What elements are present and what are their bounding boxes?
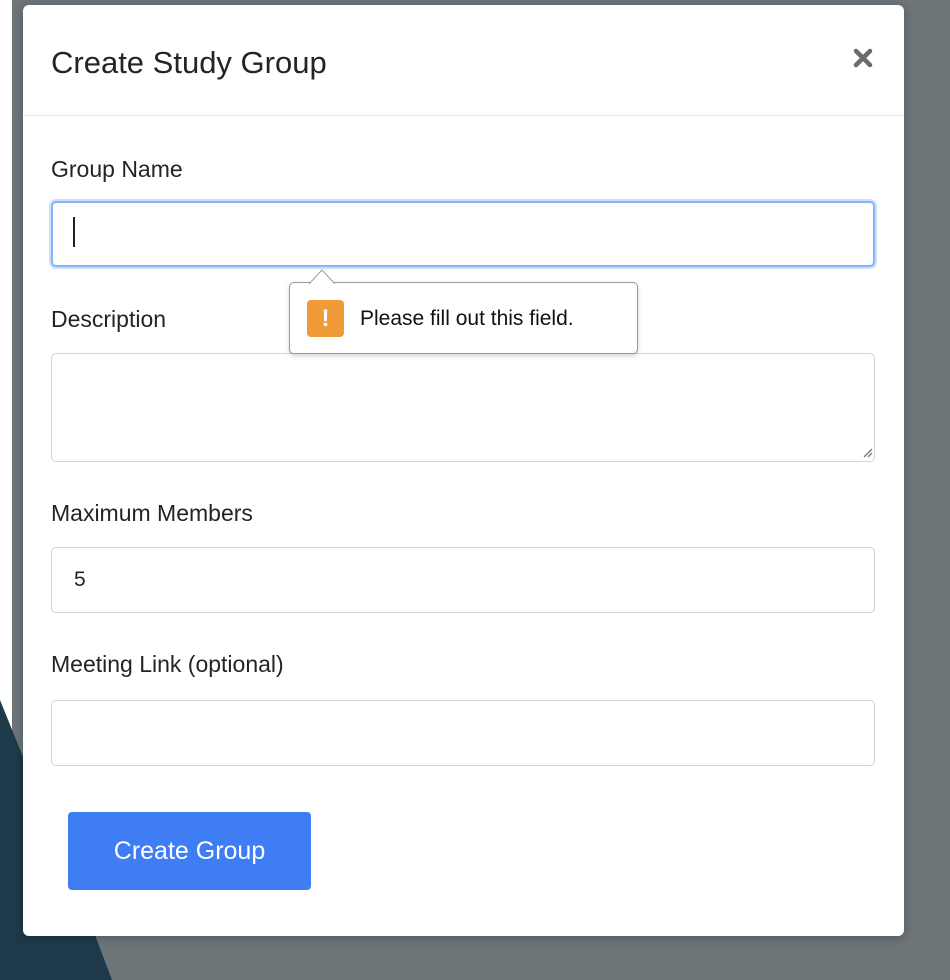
modal-title: Create Study Group (51, 45, 327, 80)
close-icon (853, 48, 873, 68)
modal-header: Create Study Group (23, 5, 904, 116)
description-textarea[interactable] (51, 353, 875, 462)
maximum-members-input[interactable] (51, 547, 875, 613)
text-caret (73, 217, 75, 247)
group-name-label: Group Name (51, 156, 183, 182)
resize-grip-icon[interactable] (861, 446, 873, 458)
validation-message: Please fill out this field. (360, 307, 574, 330)
description-label: Description (51, 306, 167, 332)
create-study-group-modal: Create Study Group Group Name Descriptio… (23, 5, 904, 936)
maximum-members-label: Maximum Members (51, 500, 253, 526)
validation-tooltip: ! Please fill out this field. (289, 269, 638, 354)
close-button[interactable] (848, 43, 878, 73)
tooltip-arrow (309, 269, 335, 284)
meeting-link-label: Meeting Link (optional) (51, 651, 284, 677)
create-group-button[interactable]: Create Group (68, 812, 311, 890)
warning-icon: ! (307, 300, 344, 337)
group-name-input[interactable] (51, 201, 875, 267)
meeting-link-input[interactable] (51, 700, 875, 766)
